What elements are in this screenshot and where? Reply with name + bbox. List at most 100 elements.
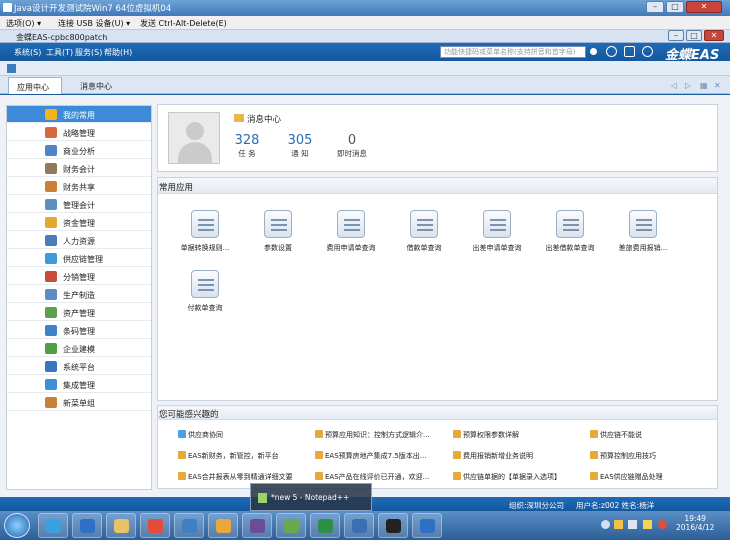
app-shortcut-label: 借款单查询: [406, 244, 442, 252]
search-go-icon[interactable]: [590, 48, 597, 55]
clock[interactable]: 19:49 2016/4/12: [676, 514, 714, 532]
tray-security-icon[interactable]: [658, 520, 667, 529]
ie-icon[interactable]: [72, 513, 102, 538]
vm-menu-usb[interactable]: 连接 USB 设备(U) ▾: [58, 18, 130, 29]
sidebar-item[interactable]: 企业建模: [7, 340, 151, 357]
app-shortcut-label: 出差借款单查询: [545, 244, 595, 252]
link-doc-icon: [590, 472, 598, 480]
sidebar-item[interactable]: 财务会计: [7, 160, 151, 177]
sidebar-item-label: 生产制造: [63, 291, 95, 300]
document-icon: [191, 210, 219, 238]
sidebar-item[interactable]: 人力资源: [7, 232, 151, 249]
link-doc-icon: [590, 451, 598, 459]
vm-menu-options[interactable]: 选项(O) ▾: [6, 18, 41, 29]
folder-icon[interactable]: [106, 513, 136, 538]
vm-maximize-button[interactable]: □: [666, 1, 684, 13]
sidebar-item[interactable]: 商业分析: [7, 142, 151, 159]
stat-tasks[interactable]: 328 任 务: [234, 133, 260, 159]
tray-flag-icon[interactable]: [614, 520, 623, 529]
app-minimize-button[interactable]: –: [668, 30, 684, 41]
sidebar-item[interactable]: 供应链管理: [7, 250, 151, 267]
interest-link-label: 费用报销新增业务说明: [463, 452, 533, 460]
asset-icon: [45, 307, 57, 318]
sidebar-item-label: 系统平台: [63, 363, 95, 372]
tray-monitor-icon[interactable]: [628, 520, 637, 529]
sidebar: 我的常用战略管理 商业分析财务会计财务共享 管理会计 资金管理人力资源供应链管理分销管…: [6, 105, 152, 490]
home-icon[interactable]: [7, 64, 16, 73]
app-shortcut[interactable]: 借款单查询: [389, 210, 459, 270]
sidebar-item[interactable]: 生产制造: [7, 286, 151, 303]
taskbar-preview-popup[interactable]: *new 5 - Notepad++: [250, 483, 372, 511]
excel-icon[interactable]: [310, 513, 340, 538]
chart-app-icon[interactable]: [276, 513, 306, 538]
sidebar-item[interactable]: 条码管理: [7, 322, 151, 339]
sidebar-item[interactable]: 系统平台: [7, 358, 151, 375]
sidebar-item-label: 人力资源: [63, 237, 95, 246]
menu-help[interactable]: 帮助(H): [104, 47, 132, 58]
sidebar-item[interactable]: 集成管理: [7, 376, 151, 393]
qq-icon[interactable]: [38, 513, 68, 538]
taskbar: 19:49 2016/4/12: [0, 511, 730, 540]
tab-app-center[interactable]: 应用中心: [8, 77, 62, 94]
search-input[interactable]: 功能快捷码或菜单名称(支持拼音和首字母): [440, 46, 586, 58]
stat-instant-messages[interactable]: 0 即时消息: [336, 133, 368, 159]
tools-icon[interactable]: [208, 513, 238, 538]
tab-message-center[interactable]: 消息中心: [72, 77, 120, 94]
app-shortcut[interactable]: 付款单查询: [170, 270, 240, 330]
sidebar-item[interactable]: 我的常用: [7, 106, 151, 123]
tray-volume-icon[interactable]: [643, 520, 652, 529]
app-shortcut[interactable]: 单据转换规则...: [170, 210, 240, 270]
tab-list-icon[interactable]: ▦: [700, 81, 708, 90]
tab-bar: 应用中心 消息中心 ◁ ▷ ▦ ✕: [0, 76, 730, 94]
terminal-icon[interactable]: [378, 513, 408, 538]
strategy-icon: [45, 127, 57, 138]
menu-system[interactable]: 系统(S): [14, 47, 41, 58]
status-user: 用户名:z002 姓名:杨洋: [576, 501, 655, 510]
document-icon: [264, 210, 292, 238]
sidebar-item[interactable]: 管理会计: [7, 196, 151, 213]
model-icon: [45, 343, 57, 354]
sidebar-item-label: 资产管理: [63, 309, 95, 318]
app-shortcut[interactable]: 参数设置: [243, 210, 313, 270]
tab-nav-left-icon[interactable]: ◁: [671, 81, 677, 90]
app-shortcut[interactable]: 差旅费用报销...: [608, 210, 678, 270]
app-maximize-button[interactable]: □: [686, 30, 702, 41]
stat-notices[interactable]: 305 通 知: [286, 133, 314, 159]
eclipse-icon[interactable]: [174, 513, 204, 538]
app-shortcut-label: 差旅费用报销...: [618, 244, 668, 252]
document-icon: [337, 210, 365, 238]
power-icon[interactable]: [642, 46, 653, 57]
sidebar-item-label: 财务会计: [63, 165, 95, 174]
sidebar-item[interactable]: 资金管理: [7, 214, 151, 231]
app-shortcut[interactable]: 出差申请单查询: [462, 210, 532, 270]
menu-tools[interactable]: 工具(T): [46, 47, 73, 58]
sidebar-item-label: 我的常用: [63, 111, 95, 120]
app-shortcut[interactable]: 出差借款单查询: [535, 210, 605, 270]
app-window-title: 金蝶EAS-cpbc800patch: [16, 33, 108, 42]
tray-network-icon[interactable]: [601, 520, 610, 529]
sidebar-item[interactable]: 新菜单组: [7, 394, 151, 411]
mail-icon: [234, 114, 244, 122]
start-button[interactable]: [4, 513, 30, 538]
tab-close-icon[interactable]: ✕: [714, 81, 721, 90]
share-icon: [45, 181, 57, 192]
eas-icon[interactable]: [412, 513, 442, 538]
menu-service[interactable]: 服务(S): [75, 47, 102, 58]
sidebar-item-label: 供应链管理: [63, 255, 103, 264]
smile-icon[interactable]: [606, 46, 617, 57]
app-close-button[interactable]: ✕: [704, 30, 724, 41]
sidebar-item[interactable]: 分销管理: [7, 268, 151, 285]
app-shortcut[interactable]: 费用申请单查询: [316, 210, 386, 270]
sidebar-item[interactable]: 财务共享: [7, 178, 151, 195]
sidebar-item[interactable]: 资产管理: [7, 304, 151, 321]
vm-menu-ctrl-alt-del[interactable]: 发送 Ctrl-Alt-Delete(E): [140, 18, 227, 29]
vm-close-button[interactable]: ✕: [686, 1, 722, 13]
bim-icon[interactable]: [344, 513, 374, 538]
message-icon[interactable]: [624, 46, 635, 57]
game-icon[interactable]: [242, 513, 272, 538]
tab-nav-right-icon[interactable]: ▷: [685, 81, 691, 90]
vm-minimize-button[interactable]: –: [646, 1, 664, 13]
sidebar-item[interactable]: 战略管理: [7, 124, 151, 141]
message-center-label: 消息中心: [247, 115, 282, 125]
chrome-icon[interactable]: [140, 513, 170, 538]
